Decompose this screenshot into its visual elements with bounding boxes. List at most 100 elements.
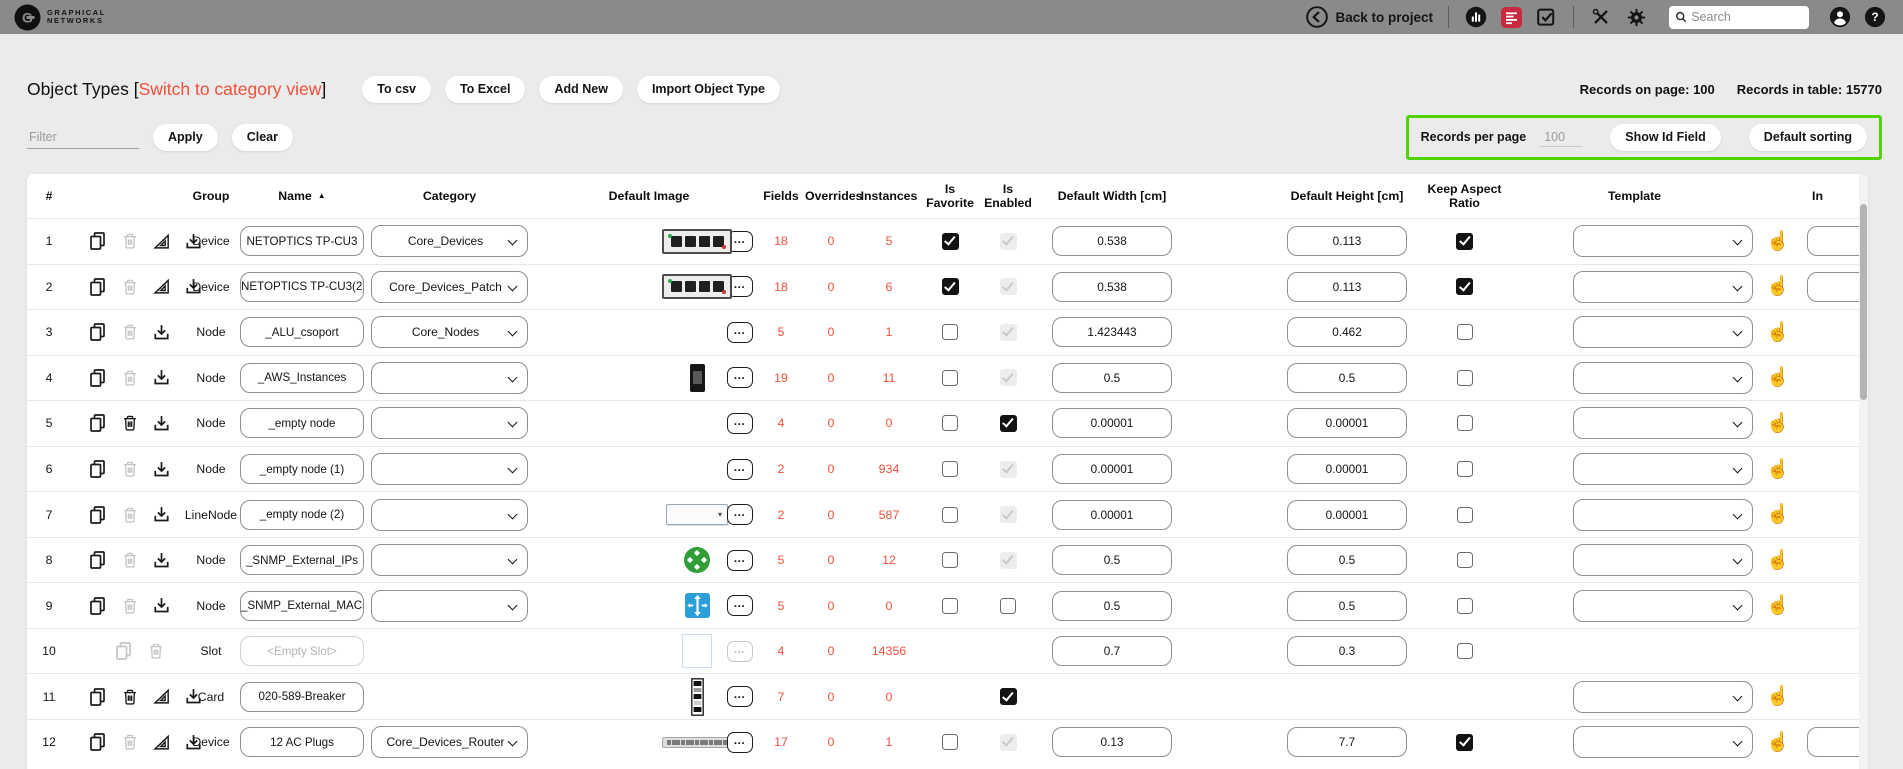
fields-count[interactable]: 7 [778,690,785,704]
tap-hand-icon[interactable]: ☝ [1766,596,1790,615]
fields-count[interactable]: 18 [774,234,788,248]
tap-hand-icon[interactable]: ☝ [1766,277,1790,296]
fields-count[interactable]: 2 [778,508,785,522]
fields-count[interactable]: 18 [774,280,788,294]
name-input[interactable] [240,545,364,575]
default-height-input[interactable] [1287,454,1407,484]
is-favorite-checkbox[interactable] [942,233,959,250]
default-width-input[interactable] [1052,500,1172,530]
download-icon[interactable] [151,367,172,388]
name-input[interactable] [240,317,364,347]
col-header-name[interactable]: Name▲ [237,189,367,203]
fields-count[interactable]: 4 [778,644,785,658]
copy-icon[interactable] [87,367,109,389]
more-options-button[interactable]: ... [727,322,753,343]
instances-count[interactable]: 0 [886,416,893,430]
is-favorite-checkbox[interactable] [942,598,958,614]
name-input[interactable] [240,226,364,256]
tap-hand-icon[interactable]: ☝ [1766,323,1790,342]
ruler-icon[interactable] [151,686,172,707]
is-favorite-checkbox[interactable] [942,734,958,750]
instances-count[interactable]: 5 [886,234,893,248]
copy-icon[interactable] [87,595,109,617]
category-select[interactable] [371,544,528,576]
tap-hand-icon[interactable]: ☝ [1766,733,1790,752]
tap-hand-icon[interactable]: ☝ [1766,368,1790,387]
more-options-button[interactable]: ... [727,459,753,480]
instances-count[interactable]: 934 [879,462,900,476]
keep-aspect-ratio-checkbox[interactable] [1457,643,1473,659]
template-select[interactable] [1573,726,1753,758]
copy-icon[interactable] [87,686,109,708]
category-select[interactable]: Core_Devices_Patch [371,271,528,303]
search-box[interactable] [1669,6,1809,29]
tap-hand-icon[interactable]: ☝ [1766,460,1790,479]
is-favorite-checkbox[interactable] [942,278,959,295]
fields-count[interactable]: 5 [778,599,785,613]
template-select[interactable] [1573,362,1753,394]
tap-hand-icon[interactable]: ☝ [1766,505,1790,524]
instances-count[interactable]: 1 [886,735,893,749]
name-input[interactable] [240,727,364,757]
sort-ascending-icon[interactable]: ▲ [318,192,326,200]
default-width-input[interactable] [1052,727,1172,757]
more-options-button[interactable]: ... [727,413,753,434]
default-width-input[interactable] [1052,363,1172,393]
copy-icon[interactable] [87,321,109,343]
overrides-count[interactable]: 0 [828,644,835,658]
category-select[interactable]: Core_Devices_Router [371,726,528,758]
copy-icon[interactable] [87,276,109,298]
name-input[interactable] [240,408,364,438]
keep-aspect-ratio-checkbox[interactable] [1457,507,1473,523]
keep-aspect-ratio-checkbox[interactable] [1457,324,1473,340]
fields-count[interactable]: 5 [778,553,785,567]
template-select[interactable] [1573,453,1753,485]
default-height-input[interactable] [1287,363,1407,393]
fields-count[interactable]: 2 [778,462,785,476]
tools-icon[interactable] [1589,5,1613,29]
is-enabled-checkbox[interactable] [1000,598,1016,614]
more-options-button[interactable]: ... [727,550,753,571]
instances-count[interactable]: 11 [883,371,896,385]
overrides-count[interactable]: 0 [828,416,835,430]
default-height-input[interactable] [1287,272,1407,302]
instances-count[interactable]: 587 [879,508,900,522]
trash-icon[interactable] [120,687,140,707]
settings-gear-icon[interactable] [1624,5,1648,29]
download-icon[interactable] [151,550,172,571]
default-width-input[interactable] [1052,636,1172,666]
keep-aspect-ratio-checkbox[interactable] [1456,734,1473,751]
instances-count[interactable]: 0 [886,599,893,613]
category-select[interactable]: Core_Devices [371,225,528,257]
overrides-count[interactable]: 0 [828,371,835,385]
overrides-count[interactable]: 0 [828,508,835,522]
template-select[interactable] [1573,407,1753,439]
default-height-input[interactable] [1287,317,1407,347]
is-enabled-checkbox[interactable] [1000,688,1017,705]
category-select[interactable]: Core_Nodes [371,316,528,348]
import-object-type-button[interactable]: Import Object Type [637,76,780,103]
keep-aspect-ratio-checkbox[interactable] [1457,598,1473,614]
default-height-input[interactable] [1287,591,1407,621]
download-icon[interactable] [151,322,172,343]
download-icon[interactable] [151,459,172,480]
records-per-page-input[interactable]: 100 [1540,128,1582,147]
vertical-scrollbar[interactable] [1859,174,1868,769]
instances-count[interactable]: 0 [886,690,893,704]
tasks-checkbox-icon[interactable] [1534,5,1558,29]
clear-button[interactable]: Clear [232,124,293,151]
is-favorite-checkbox[interactable] [942,461,958,477]
name-input[interactable] [240,500,364,530]
show-id-field-button[interactable]: Show Id Field [1610,124,1721,151]
more-options-button[interactable]: ... [727,732,753,753]
keep-aspect-ratio-checkbox[interactable] [1457,552,1473,568]
to-csv-button[interactable]: To csv [362,76,431,103]
more-options-button[interactable]: ... [727,686,753,707]
account-icon[interactable] [1828,5,1852,29]
template-select[interactable] [1573,225,1753,257]
instances-count[interactable]: 12 [882,553,896,567]
instances-count[interactable]: 1 [886,325,893,339]
fields-count[interactable]: 17 [774,735,788,749]
copy-icon[interactable] [87,412,109,434]
is-favorite-checkbox[interactable] [942,552,958,568]
